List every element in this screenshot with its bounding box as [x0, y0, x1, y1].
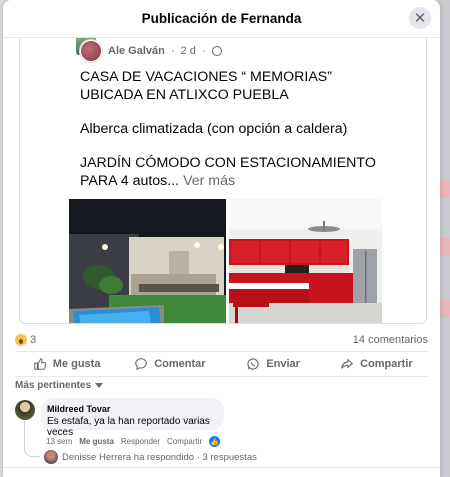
share-label: Compartir	[360, 358, 413, 370]
avatar	[44, 450, 58, 464]
close-button[interactable]: ✕	[409, 7, 431, 29]
shared-post-card[interactable]: Ale Galván · 2 d · CASA DE VACACIONES “ …	[19, 38, 427, 324]
comment-meta: 13 sem Me gusta Responder Compartir 👍	[46, 436, 221, 447]
like-label: Me gusta	[52, 358, 101, 370]
comment-button[interactable]: Comentar	[118, 357, 221, 371]
post-line: CASA DE VACACIONES “ MEMORIAS”	[80, 69, 332, 85]
comment-bubble: Mildreed Tovar Es estafa, ya la han repo…	[41, 398, 224, 438]
post-author-name[interactable]: Ale Galván	[108, 45, 165, 57]
comment-like-button[interactable]: Me gusta	[79, 437, 114, 446]
avatar[interactable]	[15, 400, 35, 420]
close-icon: ✕	[413, 10, 427, 27]
reaction-count: 3	[30, 333, 37, 346]
background-block	[440, 238, 450, 256]
wow-reaction-icon	[15, 334, 27, 347]
post-line: UBICADA EN ATLIXCO PUEBLA	[80, 87, 289, 103]
comment-author[interactable]: Mildreed Tovar	[47, 404, 218, 414]
comment-label: Comentar	[154, 358, 206, 370]
post-separator: ·	[201, 45, 206, 57]
post-line: PARA 4 autos...	[80, 173, 180, 189]
reply-summary: Denisse Herrera ha respondido · 3 respue…	[62, 451, 257, 463]
share-button[interactable]: Compartir	[325, 357, 428, 371]
share-icon	[341, 358, 354, 369]
comment-share-button[interactable]: Compartir	[167, 437, 202, 446]
globe-icon	[211, 46, 222, 56]
send-label: Enviar	[266, 358, 300, 370]
thread-line	[24, 421, 40, 457]
post-time[interactable]: 2 d	[181, 45, 196, 57]
comment-time[interactable]: 13 sem	[46, 437, 72, 446]
view-replies-link[interactable]: Denisse Herrera ha respondido · 3 respue…	[44, 450, 257, 464]
filter-label: Más pertinentes	[15, 380, 92, 391]
post-line: JARDÍN CÓMODO CON ESTACIONAMIENTO	[80, 155, 376, 171]
send-button[interactable]: Enviar	[222, 357, 325, 371]
post-line-last: PARA 4 autos... Ver más	[80, 172, 410, 190]
comment-reply-button[interactable]: Responder	[121, 437, 160, 446]
post-author-row: Ale Galván · 2 d ·	[80, 40, 222, 62]
reactions-summary: 3 14 comentarios	[15, 332, 428, 348]
background-block	[440, 180, 450, 198]
modal-title: Publicación de Fernanda	[141, 11, 302, 26]
like-reaction-icon: 👍	[209, 436, 221, 447]
post-separator: ·	[170, 45, 175, 57]
avatar[interactable]	[80, 40, 102, 62]
post-modal: Publicación de Fernanda ✕ Ale Galván · 2…	[3, 0, 440, 477]
post-photo-kitchen[interactable]	[229, 199, 382, 323]
reaction-count-group[interactable]: 3	[15, 333, 37, 347]
like-button[interactable]: Me gusta	[15, 357, 118, 371]
post-line: Alberca climatizada (con opción a calder…	[80, 121, 348, 137]
modal-header: Publicación de Fernanda ✕	[3, 0, 440, 38]
comments-count[interactable]: 14 comentarios	[353, 334, 428, 346]
post-text: CASA DE VACACIONES “ MEMORIAS” UBICADA E…	[80, 68, 410, 190]
post-photo-pool[interactable]	[69, 199, 226, 323]
background-block	[440, 300, 450, 318]
comment-filter-dropdown[interactable]: Más pertinentes	[15, 380, 104, 391]
thumbs-up-icon	[34, 358, 47, 370]
comment-icon	[135, 358, 147, 371]
see-more-link[interactable]: Ver más	[183, 173, 235, 189]
comment-composer	[3, 467, 440, 477]
whatsapp-icon	[247, 358, 259, 370]
comment-text: Es estafa, ya la han reportado varias ve…	[47, 416, 210, 438]
chevron-down-icon	[95, 382, 104, 388]
post-actions: Me gusta Comentar Enviar Compartir	[15, 351, 428, 377]
